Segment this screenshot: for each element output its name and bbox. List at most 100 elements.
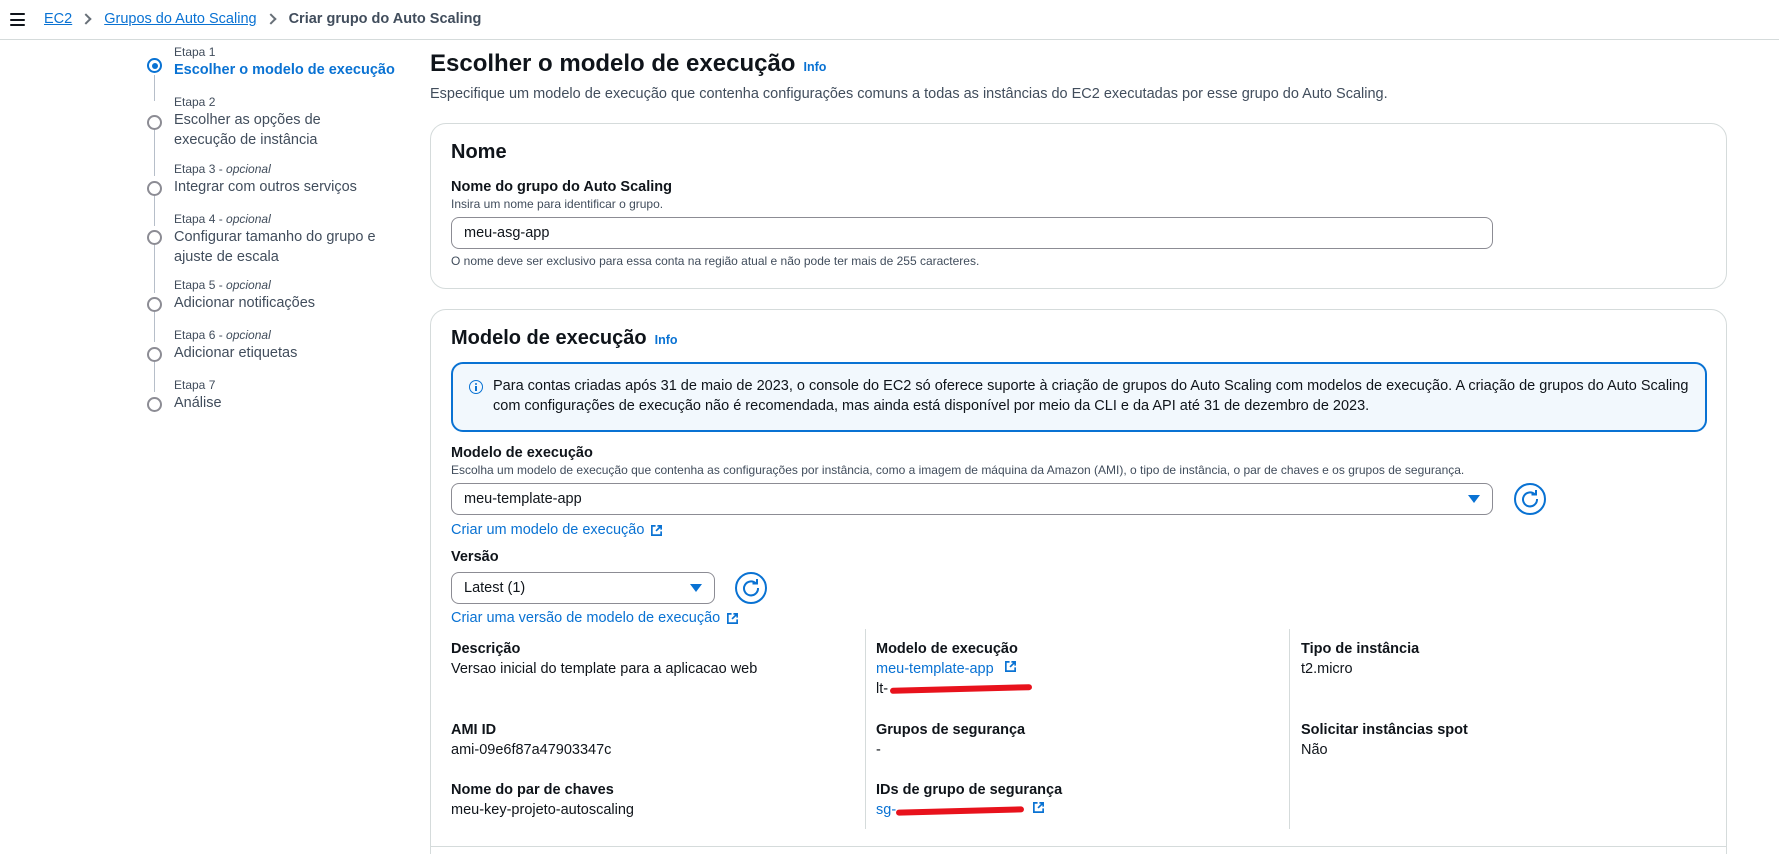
info-link[interactable]: Info	[803, 60, 826, 74]
step-title: Escolher as opções de execução de instân…	[174, 112, 321, 148]
step-3: Etapa 3 - opcional Integrar com outros s…	[147, 161, 397, 197]
asg-name-hint: O nome deve ser exclusivo para essa cont…	[451, 254, 980, 268]
detail-label: Descrição	[451, 641, 521, 657]
template-id: lt-	[876, 679, 1033, 699]
detail-chave: Nome do par de chaves meu-key-projeto-au…	[451, 780, 634, 820]
template-link[interactable]: meu-template-app	[876, 659, 1018, 679]
breadcrumb: EC2 Grupos do Auto Scaling Criar grupo d…	[44, 11, 481, 27]
create-version-link-text: Criar uma versão de modelo de execução	[451, 610, 721, 626]
step-1[interactable]: Etapa 1 Escolher o modelo de execução	[147, 44, 397, 80]
detail-spot: Solicitar instâncias spot Não	[1301, 720, 1468, 760]
step-title: Adicionar etiquetas	[174, 345, 298, 361]
page-title: Escolher o modelo de execução	[430, 50, 796, 77]
version-label: Versão	[451, 549, 499, 565]
refresh-icon	[743, 579, 760, 597]
create-version-link[interactable]: Criar uma versão de modelo de execução	[451, 609, 739, 626]
create-template-link[interactable]: Criar um modelo de execução	[451, 521, 663, 538]
step-title: Configurar tamanho do grupo e ajuste de …	[174, 229, 376, 265]
step-6: Etapa 6 - opcional Adicionar etiquetas	[147, 327, 397, 363]
detail-label: Tipo de instância	[1301, 641, 1420, 657]
alert-text-line2: com configurações de execução não é reco…	[493, 398, 1370, 414]
page-header: Escolher o modelo de execução Info Espec…	[430, 50, 1727, 102]
top-bar: EC2 Grupos do Auto Scaling Criar grupo d…	[0, 0, 1779, 40]
launch-template-desc: Escolha um modelo de execução que conten…	[451, 463, 1465, 477]
detail-value: ami-09e6f87a47903347c	[451, 742, 612, 758]
menu-icon[interactable]	[10, 13, 25, 26]
step-label: Etapa 5 -	[174, 278, 227, 292]
detail-value: t2.micro	[1301, 661, 1353, 677]
info-icon	[469, 380, 483, 394]
step-label: Etapa 4 -	[174, 212, 227, 226]
detail-grupos: Grupos de segurança -	[876, 720, 1025, 760]
redaction-mark	[895, 806, 1025, 816]
step-title: Análise	[174, 395, 222, 411]
launch-template-card: Modelo de execução Info Para contas cria…	[430, 309, 1727, 854]
template-link-text: meu-template-app	[876, 661, 994, 677]
step-4: Etapa 4 - opcional Configurar tamanho do…	[147, 211, 397, 267]
version-select[interactable]: Latest (1)	[451, 572, 715, 604]
step-optional: opcional	[226, 162, 271, 176]
step-circle-icon	[147, 230, 162, 245]
detail-value: meu-key-projeto-autoscaling	[451, 802, 634, 818]
detail-label: Modelo de execução	[876, 641, 1018, 657]
asg-name-label: Nome do grupo do Auto Scaling	[451, 179, 672, 195]
step-label: Etapa 1	[174, 45, 216, 59]
detail-modelo: Modelo de execução meu-template-app lt-	[876, 639, 1033, 699]
breadcrumb-ec2[interactable]: EC2	[44, 11, 72, 27]
step-label: Etapa 3 -	[174, 162, 227, 176]
step-2: Etapa 2 Escolher as opções de execução d…	[147, 94, 397, 150]
step-label: Etapa 6 -	[174, 328, 227, 342]
step-optional: opcional	[226, 278, 271, 292]
column-divider	[1289, 629, 1290, 829]
detail-ami: AMI ID ami-09e6f87a47903347c	[451, 720, 611, 760]
detail-ids: IDs de grupo de segurança sg-	[876, 780, 1062, 820]
name-card: Nome Nome do grupo do Auto Scaling Insir…	[430, 123, 1727, 289]
step-optional: opcional	[226, 328, 271, 342]
breadcrumb-auto-scaling-groups[interactable]: Grupos do Auto Scaling	[104, 11, 256, 27]
page-subtitle: Especifique um modelo de execução que co…	[430, 86, 1388, 102]
launch-template-label: Modelo de execução	[451, 445, 593, 461]
detail-value: Não	[1301, 742, 1328, 758]
breadcrumb-current: Criar grupo do Auto Scaling	[288, 11, 482, 27]
asg-name-input[interactable]: meu-asg-app	[451, 217, 1493, 249]
security-group-link[interactable]: sg-	[876, 800, 1062, 820]
step-title: Integrar com outros serviços	[174, 179, 357, 195]
external-link-icon	[727, 612, 739, 624]
info-link[interactable]: Info	[655, 333, 678, 347]
detail-tipo: Tipo de instância t2.micro	[1301, 639, 1419, 679]
version-value: Latest (1)	[464, 580, 526, 596]
refresh-versions-button[interactable]	[735, 572, 767, 604]
name-card-title: Nome	[451, 141, 507, 163]
create-template-link-text: Criar um modelo de execução	[451, 522, 645, 538]
step-label: Etapa 2	[174, 95, 216, 109]
step-label: Etapa 7	[174, 378, 216, 392]
detail-label: IDs de grupo de segurança	[876, 782, 1063, 798]
detail-label: AMI ID	[451, 722, 497, 738]
step-circle-icon	[147, 181, 162, 196]
refresh-icon	[1522, 490, 1539, 508]
launch-template-value: meu-template-app	[464, 491, 582, 507]
step-circle-icon	[147, 397, 162, 412]
refresh-templates-button[interactable]	[1514, 483, 1546, 515]
external-link-icon	[651, 524, 663, 536]
detail-descricao: Descrição Versao inicial do template par…	[451, 639, 757, 679]
external-link-icon	[1004, 661, 1016, 672]
security-group-id: sg-	[876, 802, 897, 818]
alert-text-line1: Para contas criadas após 31 de maio de 2…	[493, 378, 1689, 394]
step-title: Adicionar notificações	[174, 295, 316, 311]
chevron-right-icon	[80, 13, 92, 25]
detail-label: Solicitar instâncias spot	[1301, 722, 1468, 738]
external-link-icon	[1033, 802, 1045, 813]
step-7: Etapa 7 Análise	[147, 377, 397, 413]
launch-template-title: Modelo de execução	[451, 327, 647, 349]
caret-down-icon	[690, 584, 702, 592]
chevron-right-icon	[264, 13, 277, 25]
section-divider	[431, 846, 1726, 847]
detail-value: Versao inicial do template para a aplica…	[451, 661, 758, 677]
step-active-icon	[147, 58, 162, 73]
launch-template-select[interactable]: meu-template-app	[451, 483, 1493, 515]
step-optional: opcional	[226, 212, 271, 226]
detail-label: Grupos de segurança	[876, 722, 1026, 738]
redaction-mark	[889, 684, 1033, 694]
info-alert: Para contas criadas após 31 de maio de 2…	[451, 362, 1707, 432]
